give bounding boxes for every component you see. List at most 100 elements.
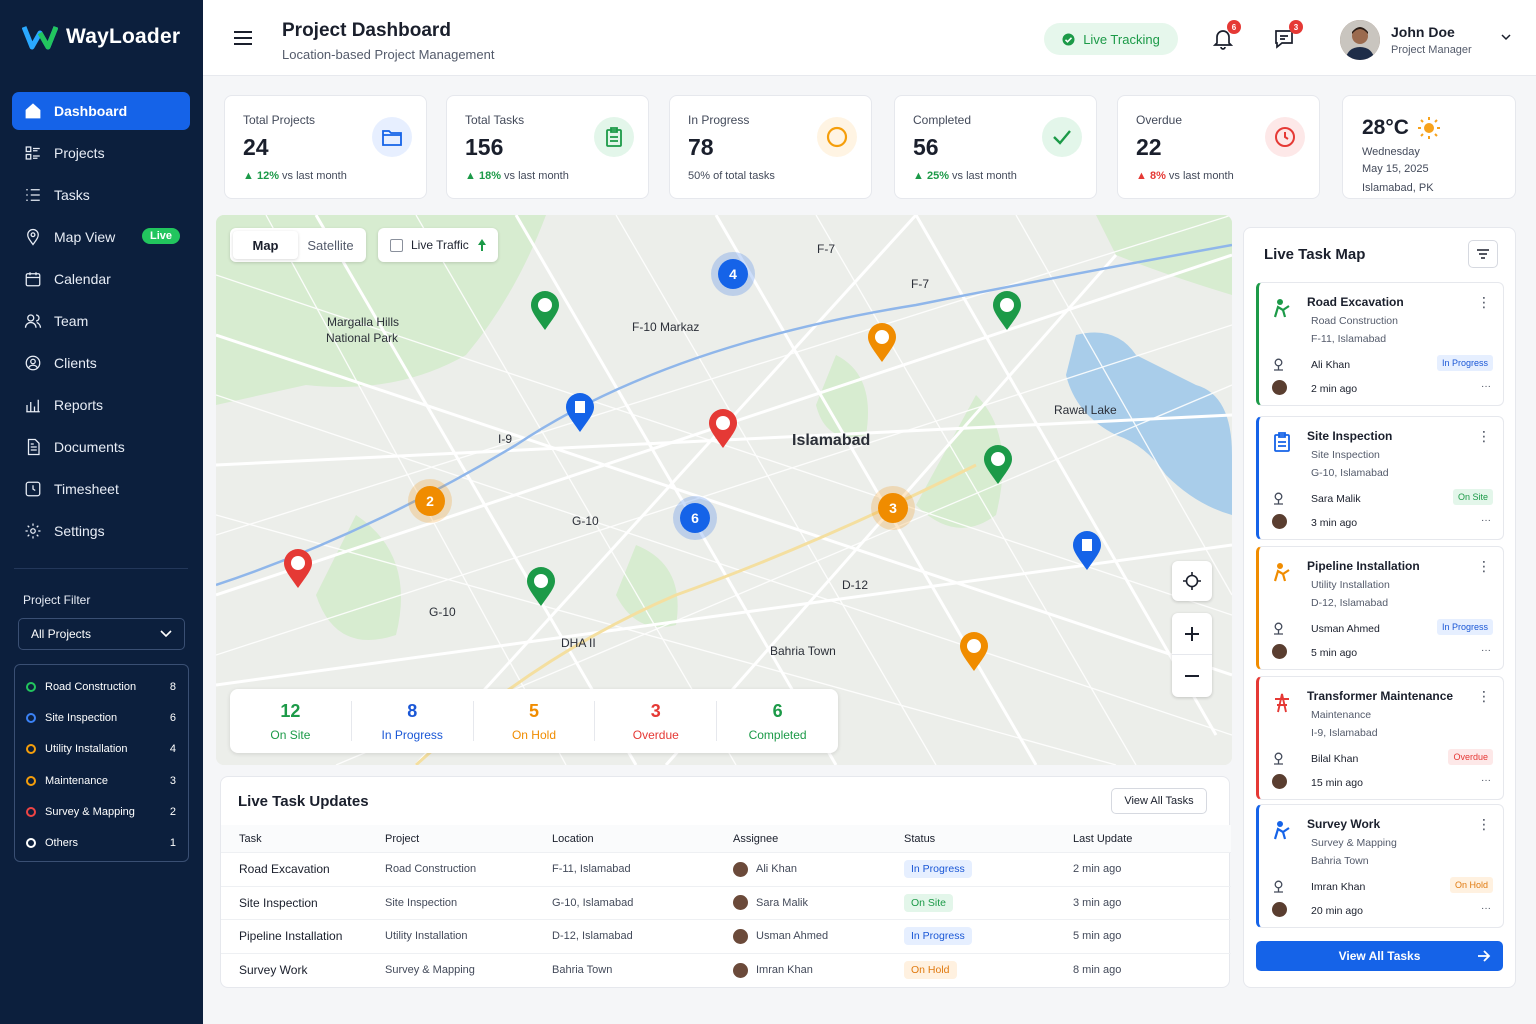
stat-trend-value: 12%: [256, 170, 279, 182]
map-pin-green-icon[interactable]: [530, 291, 560, 331]
chevron-down-icon[interactable]: [1501, 34, 1511, 41]
sidebar-item-documents[interactable]: Documents: [12, 428, 190, 466]
filter-item-maintenance[interactable]: Maintenance 3: [15, 765, 188, 796]
sidebar-item-calendar[interactable]: Calendar: [12, 260, 190, 298]
more-icon[interactable]: ···: [1481, 903, 1491, 914]
status-badge: In Progress: [1436, 619, 1493, 635]
stat-value: 22: [1136, 134, 1162, 160]
sidebar-item-settings[interactable]: Settings: [12, 512, 190, 550]
task-card[interactable]: Survey Work ⋮ Survey & Mapping Bahria To…: [1256, 804, 1504, 928]
filter-item-utility-installation[interactable]: Utility Installation 4: [15, 734, 188, 765]
stat-label: In Progress: [688, 113, 750, 127]
summary-in-progress[interactable]: 8 In Progress: [352, 701, 474, 742]
panel-view-all-button[interactable]: View All Tasks: [1256, 941, 1503, 971]
table-row[interactable]: Road Excavation Road Construction F-11, …: [221, 853, 1231, 887]
map-pin-green-icon[interactable]: [983, 445, 1013, 485]
table-row[interactable]: Site Inspection Site Inspection G-10, Is…: [221, 887, 1231, 920]
sidebar-item-team[interactable]: Team: [12, 302, 190, 340]
tab-map[interactable]: Map: [233, 231, 298, 259]
map-cluster[interactable]: 6: [673, 496, 717, 540]
task-card[interactable]: Site Inspection ⋮ Site Inspection G-10, …: [1256, 416, 1504, 540]
calendar-icon: [24, 270, 42, 288]
more-options-icon[interactable]: ⋮: [1477, 689, 1491, 703]
task-card[interactable]: Road Excavation ⋮ Road Construction F-11…: [1256, 282, 1504, 406]
filter-button[interactable]: [1468, 240, 1498, 268]
task-card[interactable]: Transformer Maintenance ⋮ Maintenance I-…: [1256, 676, 1504, 800]
sidebar-item-reports[interactable]: Reports: [12, 386, 190, 424]
task-name: Site Inspection: [239, 895, 318, 910]
reports-icon: [24, 396, 42, 414]
more-options-icon[interactable]: ⋮: [1477, 295, 1491, 309]
logo[interactable]: WayLoader: [22, 24, 180, 50]
map-pin-green-icon[interactable]: [526, 567, 556, 607]
cluster-count: 2: [415, 486, 445, 516]
card-time: 15 min ago: [1311, 777, 1363, 789]
status-badge: On Site: [1452, 489, 1493, 505]
filter-item-site-inspection[interactable]: Site Inspection 6: [15, 702, 188, 733]
zoom-out-button[interactable]: [1172, 655, 1212, 697]
task-card[interactable]: Pipeline Installation ⋮ Utility Installa…: [1256, 546, 1504, 670]
view-all-tasks-button[interactable]: View All Tasks: [1111, 788, 1207, 814]
messages-button[interactable]: 3: [1273, 20, 1303, 55]
sidebar-item-projects[interactable]: Projects: [12, 134, 190, 172]
sidebar-item-timesheet[interactable]: Timesheet: [12, 470, 190, 508]
zoom-in-button[interactable]: [1172, 613, 1212, 655]
task-assignee: Ali Khan: [756, 863, 797, 876]
summary-label: On Hold: [511, 728, 556, 742]
tab-satellite[interactable]: Satellite: [298, 231, 363, 259]
stat-card-completed: Completed 56 ▲ 25% vs last month: [894, 95, 1097, 199]
user-menu[interactable]: John Doe Project Manager: [1340, 20, 1472, 60]
map-pin-orange-icon[interactable]: [867, 323, 897, 363]
project-filter-select[interactable]: All Projects: [18, 618, 185, 650]
summary-overdue[interactable]: 3 Overdue: [595, 701, 718, 742]
map-pin-red-icon[interactable]: [283, 549, 313, 589]
task-location: F-11, Islamabad: [552, 863, 631, 876]
card-time: 5 min ago: [1311, 647, 1358, 659]
map-pin-red-icon[interactable]: [708, 409, 738, 449]
filter-item-others[interactable]: Others 1: [15, 827, 188, 858]
filter-item-survey-mapping[interactable]: Survey & Mapping 2: [15, 796, 188, 827]
map-pin-blue-icon[interactable]: [1072, 531, 1102, 571]
more-icon[interactable]: ···: [1481, 775, 1491, 786]
map-pin-orange-icon[interactable]: [959, 632, 989, 672]
map-cluster[interactable]: 2: [408, 479, 452, 523]
sidebar-item-dashboard[interactable]: Dashboard: [12, 92, 190, 130]
map-cluster[interactable]: 4: [711, 252, 755, 296]
more-options-icon[interactable]: ⋮: [1477, 817, 1491, 831]
menu-icon[interactable]: [233, 30, 253, 46]
task-project: Site Inspection: [385, 896, 458, 909]
worker-icon: [1269, 295, 1295, 321]
column-header: Task: [239, 832, 262, 845]
clipboard-icon: [1269, 429, 1295, 455]
weather-day: Wednesday: [1362, 146, 1420, 158]
sidebar-item-tasks[interactable]: Tasks: [12, 176, 190, 214]
map-view[interactable]: Map Satellite Live Traffic F-7 F-7 Marga…: [216, 215, 1232, 765]
map-pin-green-icon[interactable]: [992, 291, 1022, 331]
summary-completed[interactable]: 6 Completed: [717, 701, 838, 742]
stat-trend-text: 50% of total tasks: [688, 170, 775, 182]
status-badge: In Progress: [904, 860, 972, 879]
live-traffic-checkbox[interactable]: [390, 238, 403, 252]
table-row[interactable]: Survey Work Survey & Mapping Bahria Town…: [221, 954, 1231, 988]
more-icon[interactable]: ···: [1481, 381, 1491, 392]
project-filter-list: Road Construction 8 Site Inspection 6 Util…: [14, 664, 189, 862]
map-cluster[interactable]: 3: [871, 486, 915, 530]
table-row[interactable]: Pipeline Installation Utility Installati…: [221, 920, 1231, 954]
more-options-icon[interactable]: ⋮: [1477, 429, 1491, 443]
status-badge: In Progress: [1436, 355, 1493, 371]
more-options-icon[interactable]: ⋮: [1477, 559, 1491, 573]
notifications-button[interactable]: 6: [1212, 20, 1241, 55]
map-pin-blue-icon[interactable]: [565, 393, 595, 433]
summary-on-hold[interactable]: 5 On Hold: [474, 701, 596, 742]
more-icon[interactable]: ···: [1481, 515, 1491, 526]
live-task-updates: Live Task Updates View All Tasks Task Pr…: [220, 776, 1231, 988]
locate-button[interactable]: [1172, 561, 1212, 601]
sidebar-item-clients[interactable]: Clients: [12, 344, 190, 382]
more-icon[interactable]: ···: [1481, 645, 1491, 656]
map-type-tabs: Map Satellite: [230, 228, 366, 262]
sidebar-item-map-view[interactable]: Map View Live: [12, 218, 190, 256]
summary-on-site[interactable]: 12 On Site: [230, 701, 352, 742]
live-traffic-toggle[interactable]: Live Traffic: [378, 228, 498, 262]
filter-item-road-construction[interactable]: Road Construction 8: [15, 671, 188, 702]
live-tracking-button[interactable]: Live Tracking: [1044, 23, 1178, 55]
